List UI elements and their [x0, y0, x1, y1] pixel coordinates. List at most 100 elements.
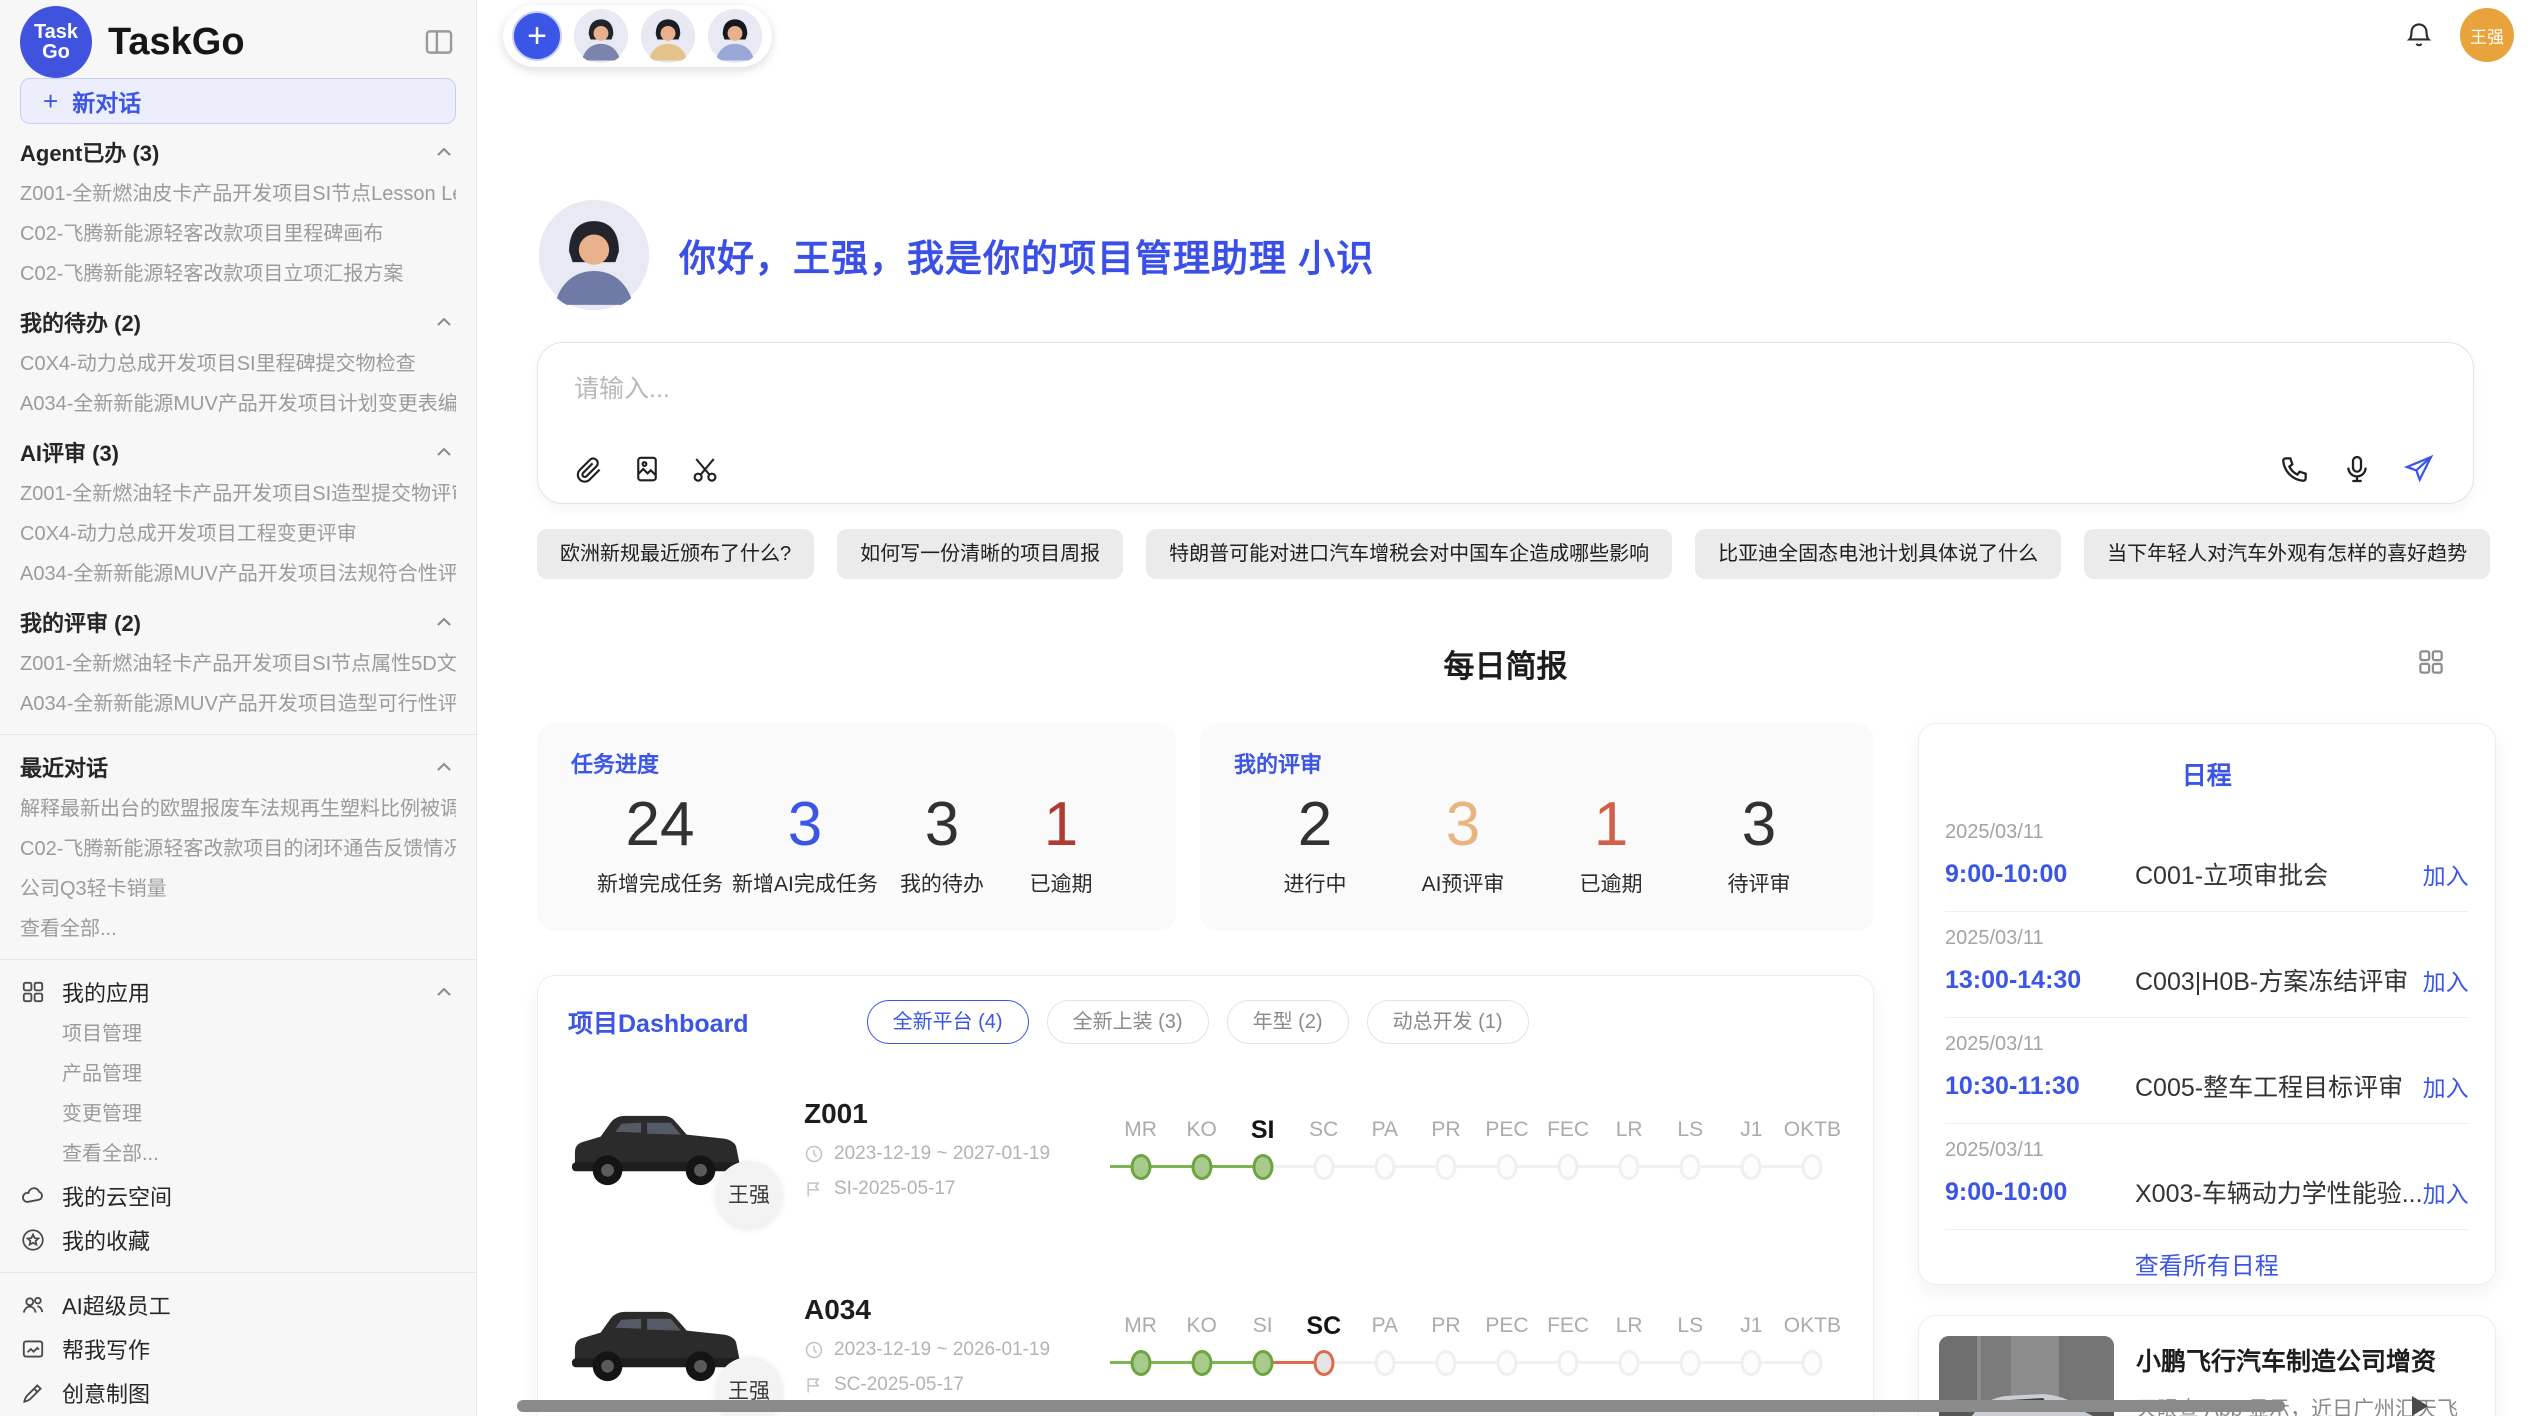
- milestone-stop: J1: [1721, 1115, 1782, 1183]
- section-title: 最近对话: [20, 751, 108, 783]
- sidebar-task-item[interactable]: A034-全新新能源MUV产品开发项目造型可行性评审: [20, 684, 456, 724]
- sidebar-task-item[interactable]: Z001-全新燃油轻卡产品开发项目SI造型提交物评审: [20, 474, 456, 514]
- view-all-schedule-link[interactable]: 查看所有日程: [1945, 1230, 2469, 1289]
- briefing-title: 每日简报: [537, 641, 2474, 686]
- new-chat-button[interactable]: + 新对话: [20, 78, 456, 124]
- divider: [0, 734, 476, 735]
- section-header[interactable]: Agent已办 (3): [20, 130, 456, 174]
- section-header[interactable]: 我的评审 (2): [20, 600, 456, 644]
- recent-conversation-item[interactable]: C02-飞腾新能源轻客改款项目的闭环通告反馈情况: [20, 829, 456, 869]
- recent-conversation-item[interactable]: 查看全部...: [20, 909, 456, 949]
- microphone-icon[interactable]: [2341, 453, 2373, 485]
- stat-label: 新增完成任务: [597, 868, 723, 898]
- milestone-label: OKTB: [1782, 1311, 1843, 1347]
- recent-conversation-item[interactable]: 公司Q3轻卡销量: [20, 869, 456, 909]
- app-sub-item[interactable]: 产品管理: [20, 1054, 456, 1094]
- session-avatar[interactable]: [640, 8, 696, 64]
- image-icon[interactable]: [632, 454, 662, 484]
- section-header-recent[interactable]: 最近对话: [20, 745, 456, 789]
- milestone-label: LR: [1599, 1115, 1660, 1151]
- suggestion-chip[interactable]: 比亚迪全固态电池计划具体说了什么: [1695, 529, 2061, 579]
- sidebar-tool-item[interactable]: AI超级员工: [20, 1283, 456, 1327]
- sidebar-tool-item[interactable]: 帮我写作: [20, 1327, 456, 1371]
- stat-card: 任务进度24新增完成任务3新增AI完成任务3我的待办1已逾期: [537, 723, 1176, 931]
- phone-icon[interactable]: [2279, 453, 2311, 485]
- milestone-stop: MR: [1110, 1311, 1171, 1379]
- message-input[interactable]: [538, 343, 2473, 413]
- milestone-label: MR: [1110, 1311, 1171, 1347]
- milestone-label: SI: [1232, 1311, 1293, 1347]
- dashboard-tab[interactable]: 全新平台 (4): [867, 1000, 1029, 1044]
- section-header[interactable]: AI评审 (3): [20, 430, 456, 474]
- milestone-stop: PR: [1415, 1115, 1476, 1183]
- suggestion-chip[interactable]: 欧洲新规最近颁布了什么?: [537, 529, 814, 579]
- sidebar-task-item[interactable]: C0X4-动力总成开发项目工程变更评审: [20, 514, 456, 554]
- milestone-label: J1: [1721, 1311, 1782, 1347]
- section-title: Agent已办 (3): [20, 136, 159, 168]
- sidebar-item-favorites[interactable]: 我的收藏: [20, 1218, 456, 1262]
- sidebar-task-item[interactable]: A034-全新新能源MUV产品开发项目法规符合性评审: [20, 554, 456, 594]
- milestone-label: SC: [1293, 1115, 1354, 1151]
- project-date-range: 2023-12-19 ~ 2026-01-19: [834, 1339, 1050, 1361]
- composer[interactable]: [537, 342, 2474, 504]
- join-meeting-link[interactable]: 加入: [2423, 1069, 2469, 1103]
- section-header[interactable]: 我的待办 (2): [20, 300, 456, 344]
- recent-conversation-item[interactable]: 解释最新出台的欧盟报废车法规再生塑料比例被调至15%...: [20, 789, 456, 829]
- sidebar-task-item[interactable]: C0X4-动力总成开发项目SI里程碑提交物检查: [20, 344, 456, 384]
- send-icon[interactable]: [2403, 453, 2435, 485]
- assistant-avatar: [537, 198, 651, 312]
- main-content: 你好，王强，我是你的项目管理助理 小识 欧洲新规最近颁布了什么? 如何写一份清晰的…: [477, 0, 2532, 1416]
- join-meeting-link[interactable]: 加入: [2423, 963, 2469, 997]
- sidebar-task-item[interactable]: Z001-全新燃油轻卡产品开发项目SI节点属性5D文件评审: [20, 644, 456, 684]
- suggestion-chip[interactable]: 如何写一份清晰的项目周报: [837, 529, 1123, 579]
- dashboard-tab[interactable]: 全新上装 (3): [1047, 1000, 1209, 1044]
- horizontal-scrollbar[interactable]: [517, 1400, 2285, 1412]
- chevron-up-icon: [432, 310, 456, 334]
- app-sub-item[interactable]: 查看全部...: [20, 1134, 456, 1174]
- milestone-label: PR: [1415, 1115, 1476, 1151]
- milestone-dot: [1497, 1350, 1518, 1376]
- divider: [0, 1272, 476, 1273]
- milestone-dot: [1435, 1154, 1456, 1180]
- sidebar-tool-item[interactable]: 创意制图: [20, 1371, 456, 1415]
- dashboard-tab[interactable]: 动总开发 (1): [1367, 1000, 1529, 1044]
- suggestion-chip[interactable]: 特朗普可能对进口汽车增税会对中国车企造成哪些影响: [1146, 529, 1672, 579]
- session-avatar[interactable]: [707, 8, 763, 64]
- greeting-section: 你好，王强，我是你的项目管理助理 小识: [537, 0, 2474, 312]
- app-sub-item[interactable]: 变更管理: [20, 1094, 456, 1134]
- sidebar-item-cloud-space[interactable]: 我的云空间: [20, 1174, 456, 1218]
- notifications-bell-icon[interactable]: [2404, 20, 2434, 50]
- stat-item: 1已逾期: [1556, 789, 1666, 898]
- user-avatar[interactable]: 王强: [2460, 8, 2514, 62]
- milestone-dot: [1802, 1350, 1823, 1376]
- app-root: Task Go TaskGo + 新对话 Agent已办 (3)Z001-全新燃…: [0, 0, 2532, 1416]
- attachment-icon[interactable]: [574, 454, 604, 484]
- sidebar-task-item[interactable]: C02-飞腾新能源轻客改款项目立项汇报方案: [20, 254, 456, 294]
- milestone-label: PR: [1415, 1311, 1476, 1347]
- new-session-button[interactable]: +: [512, 11, 562, 61]
- sidebar-item-my-apps[interactable]: 我的应用: [20, 970, 456, 1014]
- app-sub-item[interactable]: 项目管理: [20, 1014, 456, 1054]
- join-meeting-link[interactable]: 加入: [2423, 1175, 2469, 1209]
- project-row: 王强A0342023-12-19 ~ 2026-01-19SC-2025-05-…: [568, 1270, 1843, 1416]
- milestone-dot: [1252, 1350, 1273, 1376]
- milestone-dot: [1619, 1350, 1640, 1376]
- stat-card: 我的评审2进行中3AI预评审1已逾期3待评审: [1200, 723, 1874, 931]
- sidebar-task-item[interactable]: C02-飞腾新能源轻客改款项目里程碑画布: [20, 214, 456, 254]
- layout-grid-icon[interactable]: [2416, 647, 2446, 677]
- collapse-sidebar-icon[interactable]: [422, 25, 456, 59]
- suggestion-chip[interactable]: 当下年轻人对汽车外观有怎样的喜好趋势: [2084, 529, 2490, 579]
- chevron-up-icon: [432, 610, 456, 634]
- schedule-event-title: C003|H0B-方案冻结评审: [2135, 962, 2408, 998]
- tool-label: 帮我写作: [62, 1333, 150, 1365]
- sidebar-task-item[interactable]: Z001-全新燃油皮卡产品开发项目SI节点Lesson Learn报告: [20, 174, 456, 214]
- dashboard-tab[interactable]: 年型 (2): [1227, 1000, 1349, 1044]
- milestone-stop: SI: [1232, 1311, 1293, 1379]
- scissors-icon[interactable]: [690, 454, 720, 484]
- milestone-dot: [1313, 1350, 1334, 1376]
- sidebar-task-item[interactable]: A034-全新新能源MUV产品开发项目计划变更表编写: [20, 384, 456, 424]
- scroll-right-arrow-icon[interactable]: [2412, 1396, 2428, 1416]
- session-avatar[interactable]: [573, 8, 629, 64]
- join-meeting-link[interactable]: 加入: [2423, 857, 2469, 891]
- schedule-time: 13:00-14:30: [1945, 966, 2135, 995]
